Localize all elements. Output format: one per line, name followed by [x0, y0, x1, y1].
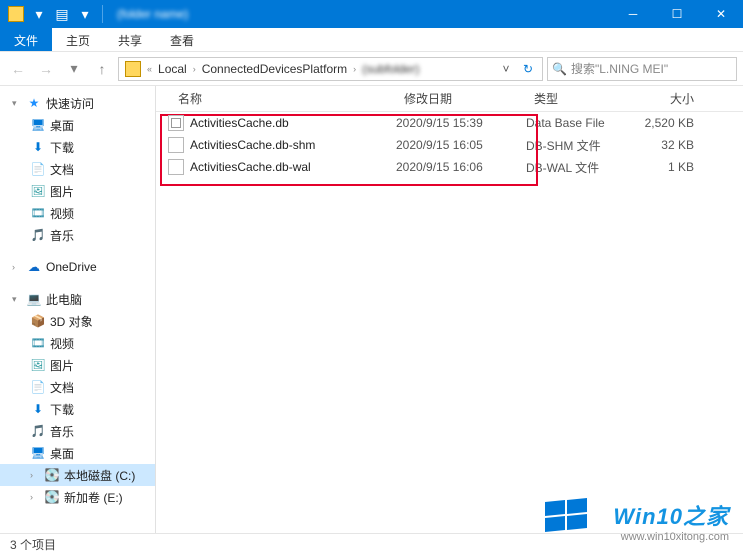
ribbon-tabs: 文件 主页 共享 查看 [0, 28, 743, 52]
navigation-pane: ▾★快速访问 🖥桌面 ⬇下载 📄文档 🖼图片 🎞视频 🎵音乐 ›☁OneDriv… [0, 86, 156, 533]
file-list-pane: 名称 修改日期 类型 大小 ActivitiesCache.db 2020/9/… [156, 86, 743, 533]
file-icon [168, 137, 184, 153]
refresh-button[interactable]: ↻ [516, 62, 540, 76]
history-dropdown-icon[interactable]: ▾ [62, 57, 86, 81]
address-bar[interactable]: « Local › ConnectedDevicesPlatform › (su… [118, 57, 543, 81]
column-date[interactable]: 修改日期 [396, 90, 526, 107]
minimize-button[interactable]: ─ [611, 0, 655, 28]
sidebar-item-documents[interactable]: 📄文档 [0, 158, 155, 180]
file-row[interactable]: ActivitiesCache.db-shm 2020/9/15 16:05 D… [156, 134, 743, 156]
chevron-right-icon: › [191, 64, 198, 74]
status-item-count: 3 个项目 [10, 536, 56, 553]
window-title: (folder name) [107, 7, 611, 21]
tab-share[interactable]: 共享 [104, 28, 156, 51]
close-button[interactable]: ✕ [699, 0, 743, 28]
sidebar-item-videos2[interactable]: 🎞视频 [0, 332, 155, 354]
file-icon [168, 115, 184, 131]
tab-view[interactable]: 查看 [156, 28, 208, 51]
sidebar-item-disk-c[interactable]: ›💽本地磁盘 (C:) [0, 464, 155, 486]
title-bar: ▾ ▤ ▾ (folder name) ─ ☐ ✕ [0, 0, 743, 28]
sidebar-item-downloads2[interactable]: ⬇下载 [0, 398, 155, 420]
sidebar-item-documents2[interactable]: 📄文档 [0, 376, 155, 398]
breadcrumb-current[interactable]: (subfolder) [358, 62, 423, 76]
qat-overflow-icon[interactable]: ▾ [75, 4, 95, 24]
sidebar-item-music[interactable]: 🎵音乐 [0, 224, 155, 246]
search-placeholder: 搜索"L.NING MEI" [571, 60, 668, 77]
maximize-button[interactable]: ☐ [655, 0, 699, 28]
sidebar-item-thispc[interactable]: ▾💻此电脑 [0, 288, 155, 310]
address-dropdown-icon[interactable]: ˅ [496, 62, 516, 76]
separator [102, 5, 103, 23]
breadcrumb[interactable]: ConnectedDevicesPlatform [198, 62, 351, 76]
sidebar-item-onedrive[interactable]: ›☁OneDrive [0, 256, 155, 278]
sidebar-item-videos[interactable]: 🎞视频 [0, 202, 155, 224]
column-name[interactable]: 名称 [156, 90, 396, 107]
back-button[interactable]: ← [6, 57, 30, 81]
search-input[interactable]: 🔍 搜索"L.NING MEI" [547, 57, 737, 81]
properties-icon[interactable]: ▤ [52, 4, 72, 24]
forward-button[interactable]: → [34, 57, 58, 81]
file-row[interactable]: ActivitiesCache.db-wal 2020/9/15 16:06 D… [156, 156, 743, 178]
sidebar-item-3dobjects[interactable]: 📦3D 对象 [0, 310, 155, 332]
sidebar-item-downloads[interactable]: ⬇下载 [0, 136, 155, 158]
quick-access-toolbar: ▾ ▤ ▾ [0, 4, 107, 24]
sidebar-item-disk-e[interactable]: ›💽新加卷 (E:) [0, 486, 155, 508]
chevron-right-icon: › [351, 64, 358, 74]
sidebar-item-desktop[interactable]: 🖥桌面 [0, 114, 155, 136]
sidebar-item-pictures2[interactable]: 🖼图片 [0, 354, 155, 376]
chevron-left-icon[interactable]: « [145, 64, 154, 74]
column-headers: 名称 修改日期 类型 大小 [156, 86, 743, 112]
up-button[interactable]: ↑ [90, 57, 114, 81]
column-type[interactable]: 类型 [526, 90, 638, 107]
navigation-bar: ← → ▾ ↑ « Local › ConnectedDevicesPlatfo… [0, 52, 743, 86]
file-icon [168, 159, 184, 175]
status-bar: 3 个项目 [0, 533, 743, 555]
qat-dropdown-icon[interactable]: ▾ [29, 4, 49, 24]
folder-icon [125, 61, 141, 77]
file-row[interactable]: ActivitiesCache.db 2020/9/15 15:39 Data … [156, 112, 743, 134]
file-rows: ActivitiesCache.db 2020/9/15 15:39 Data … [156, 112, 743, 178]
sidebar-item-pictures[interactable]: 🖼图片 [0, 180, 155, 202]
search-icon: 🔍 [552, 62, 567, 76]
tab-home[interactable]: 主页 [52, 28, 104, 51]
sidebar-item-quick-access[interactable]: ▾★快速访问 [0, 92, 155, 114]
breadcrumb[interactable]: Local [154, 62, 191, 76]
column-size[interactable]: 大小 [638, 90, 708, 107]
folder-icon [6, 4, 26, 24]
sidebar-item-music2[interactable]: 🎵音乐 [0, 420, 155, 442]
sidebar-item-desktop2[interactable]: 🖥桌面 [0, 442, 155, 464]
tab-file[interactable]: 文件 [0, 28, 52, 51]
